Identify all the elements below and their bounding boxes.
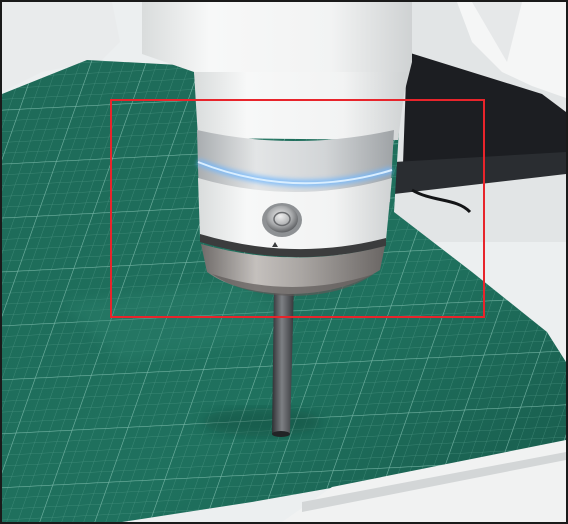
probe-shadow — [202, 408, 322, 436]
button-icon — [262, 203, 302, 237]
image-frame — [0, 0, 568, 524]
photo-scene — [2, 2, 566, 522]
robot-body-front — [194, 72, 407, 140]
probe-tip — [272, 431, 290, 437]
